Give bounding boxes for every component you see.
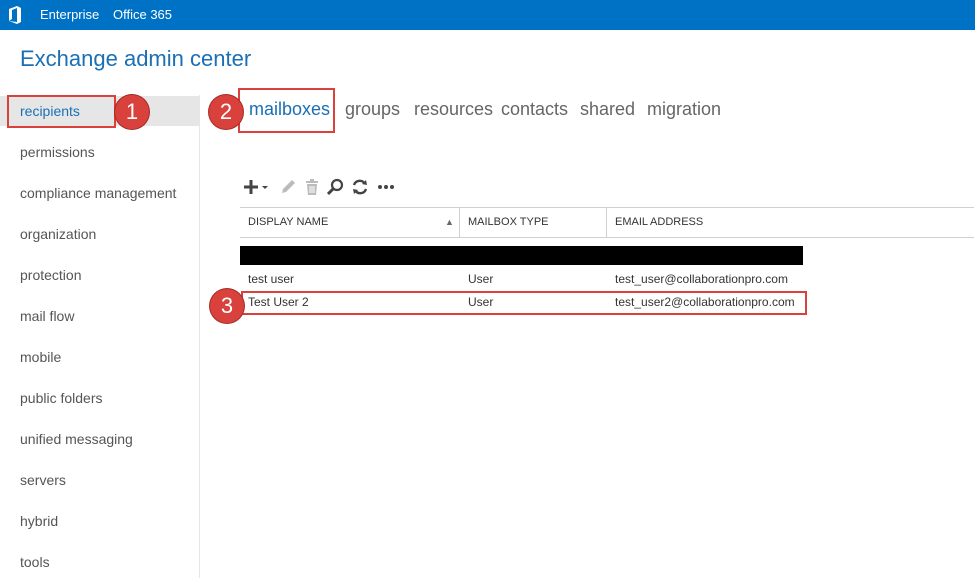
sidebar-item-protection[interactable]: protection <box>0 260 199 290</box>
column-header-mailbox-type[interactable]: MAILBOX TYPE <box>460 208 606 237</box>
sidebar-item-organization[interactable]: organization <box>0 219 199 249</box>
column-header-label: DISPLAY NAME <box>248 216 329 228</box>
page-title: Exchange admin center <box>20 46 252 71</box>
tab-migration[interactable]: migration <box>647 99 721 120</box>
callout-highlight-recipients <box>7 95 116 128</box>
sidebar-item-public-folders[interactable]: public folders <box>0 383 199 413</box>
cell-email-address: test_user@collaborationpro.com <box>615 272 788 286</box>
more-icon[interactable] <box>377 178 395 196</box>
tab-contacts[interactable]: contacts <box>501 99 568 120</box>
callout-badge-2: 2 <box>209 95 243 129</box>
refresh-icon[interactable] <box>351 178 369 196</box>
delete-icon[interactable] <box>303 178 321 196</box>
column-header-label: EMAIL ADDRESS <box>615 216 704 228</box>
redacted-row <box>240 246 803 265</box>
tab-resources[interactable]: resources <box>414 99 493 120</box>
tab-groups[interactable]: groups <box>345 99 400 120</box>
topnav-enterprise[interactable]: Enterprise <box>40 7 99 22</box>
sidebar-item-tools[interactable]: tools <box>0 547 199 577</box>
callout-highlight-mailboxes <box>238 88 335 133</box>
sidebar-item-compliance-management[interactable]: compliance management <box>0 178 199 208</box>
search-icon[interactable] <box>327 178 345 196</box>
tab-shared[interactable]: shared <box>580 99 635 120</box>
sidebar-nav: recipients permissions compliance manage… <box>0 95 200 578</box>
sidebar-item-mail-flow[interactable]: mail flow <box>0 301 199 331</box>
add-icon[interactable] <box>243 178 271 196</box>
callout-badge-1: 1 <box>115 95 149 129</box>
grid-header: DISPLAY NAME ▲ MAILBOX TYPE EMAIL ADDRES… <box>240 207 974 238</box>
sort-ascending-icon[interactable]: ▲ <box>445 217 454 227</box>
callout-badge-3: 3 <box>210 289 244 323</box>
sidebar-item-mobile[interactable]: mobile <box>0 342 199 372</box>
column-header-display-name[interactable]: DISPLAY NAME <box>240 208 459 237</box>
sidebar-item-unified-messaging[interactable]: unified messaging <box>0 424 199 454</box>
sidebar-item-permissions[interactable]: permissions <box>0 137 199 167</box>
cell-display-name: test user <box>248 272 295 286</box>
column-header-label: MAILBOX TYPE <box>468 216 549 228</box>
callout-highlight-test-user-2 <box>241 291 807 315</box>
sidebar-item-hybrid[interactable]: hybrid <box>0 506 199 536</box>
sidebar-item-servers[interactable]: servers <box>0 465 199 495</box>
top-bar: Enterprise Office 365 <box>0 0 975 30</box>
cell-mailbox-type: User <box>468 272 494 286</box>
edit-icon[interactable] <box>279 178 297 196</box>
column-header-email-address[interactable]: EMAIL ADDRESS <box>607 208 973 237</box>
topnav-office-365[interactable]: Office 365 <box>113 7 172 22</box>
office-logo-icon[interactable] <box>7 6 23 24</box>
